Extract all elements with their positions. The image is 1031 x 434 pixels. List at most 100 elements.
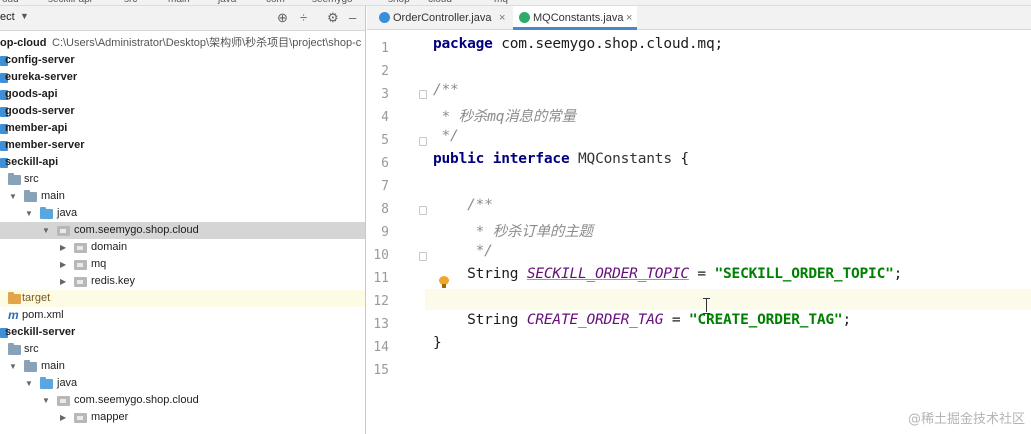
tree-item-src[interactable]: src xyxy=(0,341,365,358)
code-line-14[interactable]: } xyxy=(433,335,442,351)
tree-item-label: java xyxy=(57,377,78,389)
maven-icon: m xyxy=(8,308,19,322)
fold-marker-icon[interactable] xyxy=(419,206,427,215)
comment: /** xyxy=(433,82,459,98)
tree-item-pom-xml[interactable]: m pom.xml xyxy=(0,307,365,324)
chevron-down-icon[interactable]: ▼ xyxy=(9,188,17,205)
line-number: 4 xyxy=(381,110,389,125)
breadcrumb-item[interactable]: shop xyxy=(388,0,410,5)
constant-name: CREATE_ORDER_TAG xyxy=(526,312,664,328)
tree-item-main[interactable]: ▼ main xyxy=(0,358,365,375)
line-number: 11 xyxy=(373,271,389,286)
breadcrumb-item[interactable]: java xyxy=(218,0,236,5)
gear-icon[interactable]: ⚙ xyxy=(327,10,339,26)
folder-icon xyxy=(24,190,37,202)
tab-label: MQConstants.java xyxy=(533,12,624,24)
chevron-right-icon[interactable]: ▶ xyxy=(60,273,66,290)
tree-item-seckill-api[interactable]: seckill-api xyxy=(0,154,365,171)
tree-item-member-server[interactable]: member-server xyxy=(0,137,365,154)
code-line-10[interactable]: */ xyxy=(433,243,493,259)
tab-label: OrderController.java xyxy=(393,12,492,24)
tree-item-main[interactable]: ▼ main xyxy=(0,188,365,205)
chevron-down-icon[interactable]: ▼ xyxy=(42,222,50,239)
code-text: com.seemygo.shop.cloud.mq; xyxy=(492,36,724,52)
package-icon xyxy=(57,396,70,406)
code-line-11[interactable]: String SECKILL_ORDER_TOPIC = "SECKILL_OR… xyxy=(433,266,902,282)
code-line-9[interactable]: * 秒杀订单的主题 xyxy=(433,220,593,241)
tree-item-label: com.seemygo.shop.cloud xyxy=(74,394,199,406)
code-line-5[interactable]: */ xyxy=(433,128,459,144)
breadcrumb-item[interactable]: com xyxy=(266,0,285,5)
tree-item-target[interactable]: target xyxy=(0,290,365,307)
code-line-3[interactable]: /** xyxy=(433,82,459,98)
comment: */ xyxy=(433,128,459,144)
code-line-8[interactable]: /** xyxy=(433,197,493,213)
tree-item-mapper[interactable]: ▶ mapper xyxy=(0,409,365,426)
chevron-right-icon[interactable]: ▶ xyxy=(60,409,66,426)
project-view-title[interactable]: ect xyxy=(0,11,15,23)
line-number: 14 xyxy=(373,340,389,355)
tree-item-config-server[interactable]: config-server xyxy=(0,52,365,69)
text-cursor-icon xyxy=(703,298,711,314)
locate-icon[interactable]: ⊕ xyxy=(277,10,288,26)
chevron-down-icon[interactable]: ▼ xyxy=(42,392,50,409)
fold-marker-icon[interactable] xyxy=(419,137,427,146)
chevron-right-icon[interactable]: ▶ xyxy=(60,239,66,256)
tree-item-label: goods-server xyxy=(5,105,75,117)
folder-icon xyxy=(24,360,37,372)
line-number: 8 xyxy=(381,202,389,217)
chevron-down-icon[interactable]: ▼ xyxy=(25,205,33,222)
tree-item-package-root[interactable]: ▼ com.seemygo.shop.cloud xyxy=(0,222,365,239)
current-line-highlight xyxy=(425,289,1031,310)
fold-marker-icon[interactable] xyxy=(419,252,427,261)
collapse-all-icon[interactable]: ÷ xyxy=(300,10,307,26)
tab-order-controller[interactable]: OrderController.java × xyxy=(373,6,511,30)
tree-item-redis-key[interactable]: ▶ redis.key xyxy=(0,273,365,290)
chevron-down-icon[interactable]: ▼ xyxy=(9,358,17,375)
package-icon xyxy=(57,226,70,236)
tree-item-src[interactable]: src xyxy=(0,171,365,188)
close-icon[interactable]: × xyxy=(626,6,632,30)
excluded-folder-icon xyxy=(8,292,21,304)
code-line-6[interactable]: public interface MQConstants { xyxy=(433,151,689,167)
tree-item-mq[interactable]: ▶ mq xyxy=(0,256,365,273)
tree-item-eureka-server[interactable]: eureka-server xyxy=(0,69,365,86)
tree-item-seckill-server[interactable]: seckill-server xyxy=(0,324,365,341)
close-icon[interactable]: × xyxy=(499,6,505,30)
breadcrumb-item[interactable]: main xyxy=(168,0,190,5)
breadcrumb-item[interactable]: cloud xyxy=(428,0,452,5)
line-number: 12 xyxy=(373,294,389,309)
tree-item-label: config-server xyxy=(5,54,75,66)
chevron-down-icon[interactable]: ▼ xyxy=(25,375,33,392)
tab-mq-constants[interactable]: MQConstants.java × xyxy=(513,6,637,30)
tree-item-label: main xyxy=(41,360,65,372)
breadcrumb-item[interactable]: src xyxy=(124,0,137,5)
line-number: 13 xyxy=(373,317,389,332)
tree-item-package-root[interactable]: ▼ com.seemygo.shop.cloud xyxy=(0,392,365,409)
tree-item-goods-server[interactable]: goods-server xyxy=(0,103,365,120)
interface-name: MQConstants xyxy=(569,151,672,167)
chevron-down-icon[interactable]: ▼ xyxy=(20,11,29,21)
tree-item-java[interactable]: ▼ java xyxy=(0,375,365,392)
tree-item-java[interactable]: ▼ java xyxy=(0,205,365,222)
line-number: 3 xyxy=(381,87,389,102)
code-line-1[interactable]: package com.seemygo.shop.cloud.mq; xyxy=(433,36,723,52)
folder-icon xyxy=(8,343,21,355)
tree-item-domain[interactable]: ▶ domain xyxy=(0,239,365,256)
chevron-right-icon[interactable]: ▶ xyxy=(60,256,66,273)
project-root[interactable]: op-cloud C:\Users\Administrator\Desktop\… xyxy=(0,35,365,52)
breadcrumb-item[interactable]: seckill-api xyxy=(48,0,92,5)
keyword: public xyxy=(433,151,485,167)
tree-item-member-api[interactable]: member-api xyxy=(0,120,365,137)
tree-item-goods-api[interactable]: goods-api xyxy=(0,86,365,103)
line-number: 6 xyxy=(381,156,389,171)
constant-name: SECKILL_ORDER_TOPIC xyxy=(526,266,689,282)
comment: /** xyxy=(433,197,493,213)
code-line-4[interactable]: * 秒杀mq消息的常量 xyxy=(433,105,576,126)
hide-panel-icon[interactable]: – xyxy=(349,10,356,26)
breadcrumb-item[interactable]: seemygo xyxy=(312,0,353,5)
fold-marker-icon[interactable] xyxy=(419,90,427,99)
code-line-13[interactable]: String CREATE_ORDER_TAG = "CREATE_ORDER_… xyxy=(433,312,851,328)
breadcrumb-item[interactable]: oud xyxy=(2,0,19,5)
breadcrumb-item[interactable]: mq xyxy=(494,0,508,5)
